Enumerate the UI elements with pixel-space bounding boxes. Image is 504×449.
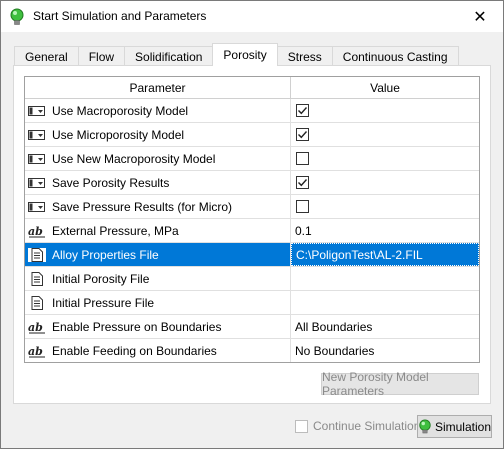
title-bar[interactable]: Start Simulation and Parameters ✕ — [1, 1, 503, 32]
table-row[interactable]: Save Pressure Results (for Micro) — [25, 195, 479, 219]
table-row[interactable]: Use Macroporosity Model — [25, 99, 479, 123]
new-porosity-parameters-button[interactable]: New Porosity Model Parameters — [321, 370, 479, 398]
parameter-label: External Pressure, MPa — [52, 223, 179, 238]
continue-simulation-box[interactable] — [295, 419, 308, 433]
green-bulb-icon — [419, 419, 431, 434]
continue-simulation-label: Continue Simulation — [313, 419, 421, 433]
close-button[interactable]: ✕ — [457, 1, 503, 32]
table-row[interactable]: Alloy Properties File C:\PoligonTest\AL-2… — [25, 243, 479, 267]
file-param-icon — [28, 247, 46, 262]
checkbox-param-icon — [28, 104, 46, 118]
abc-param-icon: ab — [28, 344, 46, 358]
parameter-label: Enable Pressure on Boundaries — [52, 319, 222, 334]
value-text: All Boundaries — [295, 319, 373, 334]
svg-text:ab: ab — [28, 321, 43, 334]
table-row[interactable]: ab Enable Feeding on Boundaries No Boundar… — [25, 339, 479, 362]
value-cell[interactable] — [291, 147, 479, 170]
abc-param-icon: ab — [28, 320, 46, 334]
value-cell[interactable]: All Boundaries — [291, 315, 479, 338]
parameter-cell[interactable]: Save Porosity Results — [25, 171, 291, 194]
parameter-label: Alloy Properties File — [52, 247, 159, 262]
checkbox-checked[interactable] — [296, 104, 309, 117]
value-cell[interactable]: C:\PoligonTest\AL-2.FIL — [291, 243, 479, 266]
parameter-cell[interactable]: Save Pressure Results (for Micro) — [25, 195, 291, 218]
svg-text:ab: ab — [28, 345, 43, 358]
parameter-label: Initial Porosity File — [52, 271, 150, 286]
tab-stress[interactable]: Stress — [276, 46, 333, 66]
value-cell[interactable] — [291, 195, 479, 218]
checkbox-param-icon — [28, 200, 46, 214]
value-cell[interactable]: No Boundaries — [291, 339, 479, 362]
parameter-label: Use Microporosity Model — [52, 127, 185, 142]
checkbox-param-icon — [28, 176, 46, 190]
parameter-cell[interactable]: Use Microporosity Model — [25, 123, 291, 146]
porosity-tab-panel: Parameter Value Use Macroporosity Model U… — [13, 65, 491, 404]
parameter-cell[interactable]: ab External Pressure, MPa — [25, 219, 291, 242]
checkbox-checked[interactable] — [296, 176, 309, 189]
column-header-parameter[interactable]: Parameter — [25, 77, 291, 98]
value-text: C:\PoligonTest\AL-2.FIL — [296, 247, 423, 262]
parameter-label: Save Pressure Results (for Micro) — [52, 199, 233, 214]
table-row[interactable]: Use New Macroporosity Model — [25, 147, 479, 171]
parameter-cell[interactable]: Use New Macroporosity Model — [25, 147, 291, 170]
green-bulb-icon — [9, 8, 25, 26]
file-param-icon — [28, 295, 46, 310]
parameter-grid: Parameter Value Use Macroporosity Model U… — [24, 76, 480, 363]
checkbox-unchecked[interactable] — [296, 200, 309, 213]
tab-continuous-casting[interactable]: Continuous Casting — [331, 46, 459, 66]
dialog-window: Start Simulation and Parameters ✕ Genera… — [0, 0, 504, 449]
checkbox-unchecked[interactable] — [296, 152, 309, 165]
value-text: 0.1 — [295, 223, 312, 238]
abc-param-icon: ab — [28, 224, 46, 238]
value-cell[interactable] — [291, 291, 479, 314]
tab-strip: General Flow Solidification Porosity Str… — [14, 43, 459, 66]
tab-flow[interactable]: Flow — [77, 46, 126, 66]
table-row[interactable]: Initial Pressure File — [25, 291, 479, 315]
svg-text:ab: ab — [28, 225, 43, 238]
value-cell[interactable] — [291, 99, 479, 122]
checkbox-checked[interactable] — [296, 128, 309, 141]
grid-rows: Use Macroporosity Model Use Microporosity… — [25, 99, 479, 362]
window-title: Start Simulation and Parameters — [33, 9, 207, 23]
tab-solidification[interactable]: Solidification — [124, 46, 214, 66]
grid-header: Parameter Value — [25, 77, 479, 99]
parameter-cell[interactable]: ab Enable Feeding on Boundaries — [25, 339, 291, 362]
value-cell[interactable] — [291, 123, 479, 146]
tab-porosity[interactable]: Porosity — [212, 43, 278, 66]
continue-simulation-checkbox[interactable]: Continue Simulation — [294, 419, 420, 433]
value-cell[interactable] — [291, 267, 479, 290]
parameter-cell[interactable]: Initial Porosity File — [25, 267, 291, 290]
table-row[interactable]: ab Enable Pressure on Boundaries All Bound… — [25, 315, 479, 339]
parameter-label: Use New Macroporosity Model — [52, 151, 216, 166]
table-row[interactable]: ab External Pressure, MPa 0.1 — [25, 219, 479, 243]
tab-general[interactable]: General — [14, 46, 79, 66]
value-cell[interactable] — [291, 171, 479, 194]
parameter-cell[interactable]: Use Macroporosity Model — [25, 99, 291, 122]
simulation-button[interactable]: Simulation — [417, 415, 492, 438]
checkbox-param-icon — [28, 152, 46, 166]
value-text: No Boundaries — [295, 343, 375, 358]
simulation-button-label: Simulation — [434, 419, 491, 434]
column-header-value[interactable]: Value — [291, 77, 479, 98]
parameter-label: Initial Pressure File — [52, 295, 155, 310]
checkbox-param-icon — [28, 128, 46, 142]
table-row[interactable]: Initial Porosity File — [25, 267, 479, 291]
parameter-cell[interactable]: Initial Pressure File — [25, 291, 291, 314]
value-cell[interactable]: 0.1 — [291, 219, 479, 242]
parameter-label: Use Macroporosity Model — [52, 103, 189, 118]
parameter-label: Enable Feeding on Boundaries — [52, 343, 217, 358]
parameter-label: Save Porosity Results — [52, 175, 170, 190]
parameter-cell[interactable]: ab Enable Pressure on Boundaries — [25, 315, 291, 338]
parameter-cell[interactable]: Alloy Properties File — [25, 243, 291, 266]
file-param-icon — [28, 271, 46, 286]
table-row[interactable]: Use Microporosity Model — [25, 123, 479, 147]
table-row[interactable]: Save Porosity Results — [25, 171, 479, 195]
